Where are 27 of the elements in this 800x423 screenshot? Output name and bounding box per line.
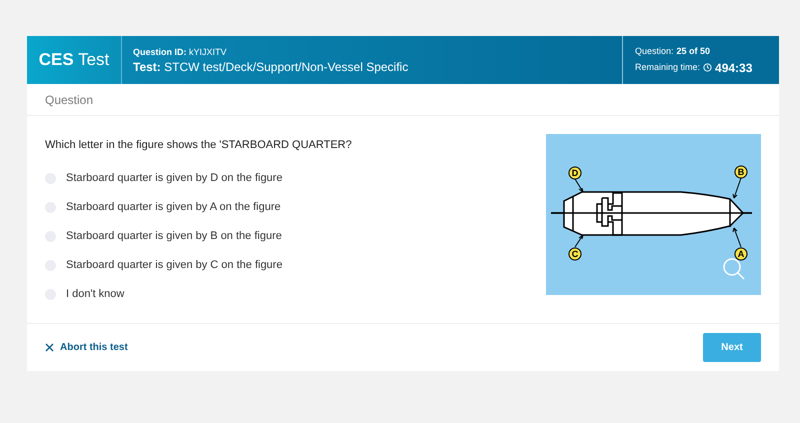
question-counter-label: Question: bbox=[635, 44, 674, 58]
pointer-arrow bbox=[574, 234, 584, 248]
option-label[interactable]: Starboard quarter is given by C on the figure bbox=[66, 256, 282, 274]
question-id: Question ID: kYIJXITV bbox=[133, 46, 228, 59]
close-icon bbox=[45, 343, 54, 352]
option-label[interactable]: Starboard quarter is given by D on the figure bbox=[66, 170, 282, 186]
clock-icon bbox=[703, 63, 712, 72]
app-logo: CES Test bbox=[38, 49, 110, 72]
figure-label: A bbox=[734, 248, 748, 260]
figure-label: C bbox=[568, 248, 582, 260]
option-label[interactable]: Starboard quarter is given by A on the figure bbox=[66, 198, 281, 216]
ship-diagram[interactable]: D B C A bbox=[546, 134, 761, 295]
question-text: Which letter in the figure shows the 'STARBOARD QUARTER? bbox=[45, 138, 353, 153]
option-label[interactable]: I don't know bbox=[66, 286, 124, 302]
zoom-icon[interactable] bbox=[723, 258, 745, 280]
test-path: Test: STCW test/Deck/Support/Non-Vessel Specific bbox=[133, 59, 410, 75]
pointer-arrow bbox=[732, 178, 742, 198]
figure-label: D bbox=[568, 166, 582, 180]
remaining-time-label: Remaining time: bbox=[635, 60, 700, 74]
figure-label: B bbox=[734, 166, 748, 178]
pointer-arrow bbox=[574, 178, 584, 192]
question-counter: 25 of 50 bbox=[676, 44, 710, 58]
option-label[interactable]: Starboard quarter is given by B on the figure bbox=[66, 228, 282, 244]
remaining-time: 494:33 bbox=[715, 60, 752, 76]
pointer-arrow bbox=[732, 228, 742, 248]
section-title: Question bbox=[45, 92, 94, 108]
abort-link[interactable]: Abort this test bbox=[45, 340, 128, 355]
